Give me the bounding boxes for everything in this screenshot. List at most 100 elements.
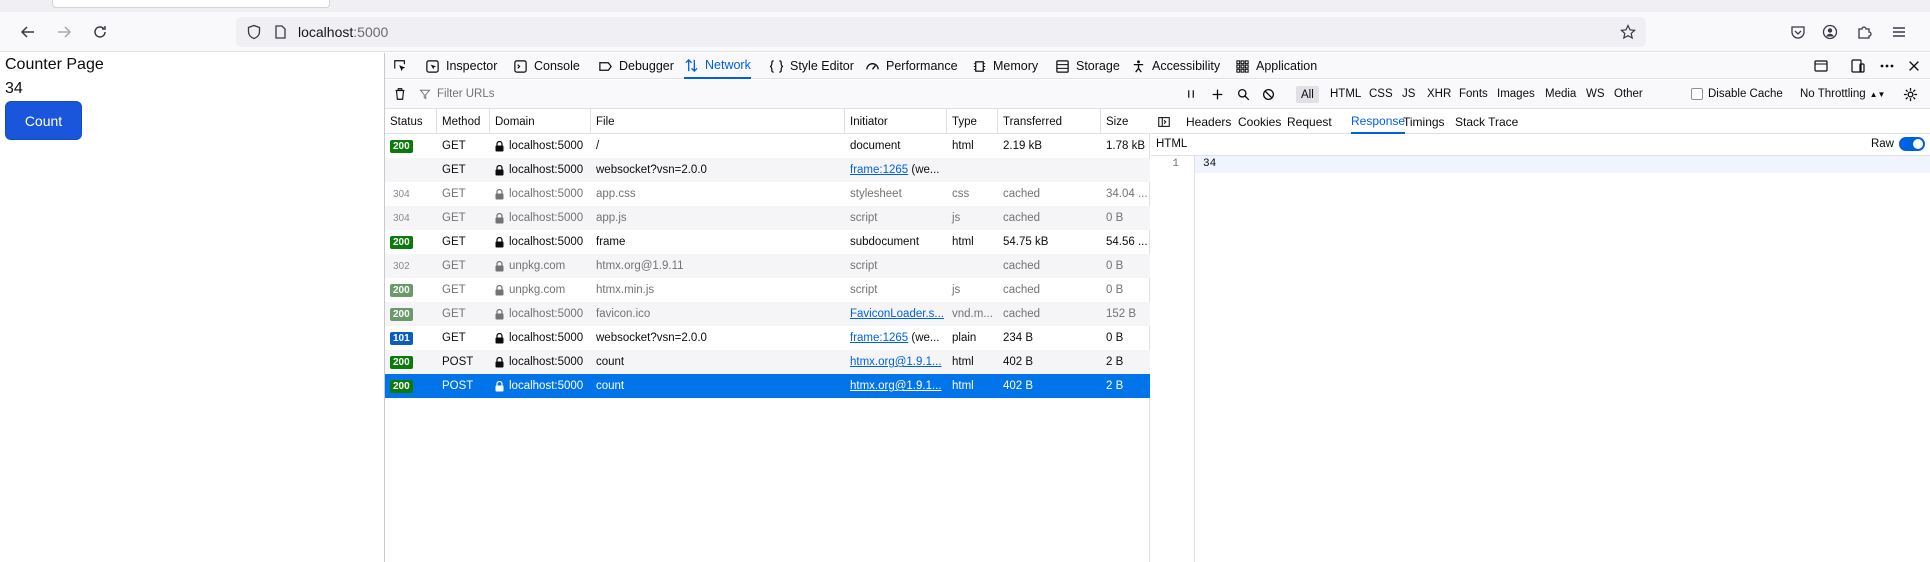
forward-button[interactable]	[52, 20, 76, 44]
size-cell: 0 B	[1101, 206, 1150, 230]
close-devtools-button[interactable]	[1907, 53, 1927, 79]
request-row[interactable]: 200 GET localhost:5000 / document html 2.19 kB…	[385, 134, 1150, 158]
url-bar[interactable]: localhost:5000	[236, 17, 1646, 47]
filter-fonts[interactable]: Fonts	[1459, 80, 1488, 108]
tab-memory[interactable]: Memory	[972, 53, 1038, 79]
status-cell: 200	[385, 350, 437, 374]
detail-tab-stack-trace[interactable]: Stack Trace	[1455, 109, 1518, 134]
column-header-domain[interactable]: Domain	[490, 109, 591, 134]
initiator-link[interactable]: htmx.org@1.9.1...	[850, 356, 942, 368]
request-row[interactable]: 200 GET unpkg.com htmx.min.js script js cached…	[385, 278, 1150, 302]
pause-button[interactable]	[1185, 80, 1197, 108]
transferred-text: 402 B	[1003, 380, 1034, 392]
request-row[interactable]: GET localhost:5000 websocket?vsn=2.0.0 fram…	[385, 158, 1150, 182]
raw-toggle[interactable]: Raw	[1871, 137, 1925, 151]
toggle-sidebar-button[interactable]	[1157, 109, 1171, 134]
filter-media[interactable]: Media	[1545, 80, 1576, 108]
column-header-transferred[interactable]: Transferred	[998, 109, 1101, 134]
request-row[interactable]: 304 GET localhost:5000 app.css stylesheet css…	[385, 182, 1150, 206]
responsive-button[interactable]	[1850, 53, 1872, 79]
column-header-file[interactable]: File	[591, 109, 845, 134]
filter-html[interactable]: HTML	[1330, 80, 1361, 108]
dock-button[interactable]	[1813, 53, 1835, 79]
block-button[interactable]	[1262, 80, 1275, 108]
column-header-size[interactable]: Size	[1101, 109, 1150, 134]
tab-debugger[interactable]: Debugger	[598, 53, 674, 79]
filter-other[interactable]: Other	[1614, 80, 1643, 108]
initiator-link[interactable]: htmx.org@1.9.1...	[850, 380, 942, 392]
request-row[interactable]: 200 POST localhost:5000 count htmx.org@1.9.1…	[385, 374, 1150, 398]
size-text: 0 B	[1106, 332, 1124, 344]
status-badge: 200	[390, 355, 413, 369]
size-text: 0 B	[1106, 260, 1124, 272]
detail-tab-request[interactable]: Request	[1287, 109, 1332, 134]
initiator-link[interactable]: frame:1265	[850, 164, 908, 176]
clear-button[interactable]	[393, 80, 407, 108]
tab-storage[interactable]: Storage	[1055, 53, 1120, 79]
column-header-method[interactable]: Method	[437, 109, 490, 134]
filter-js[interactable]: JS	[1402, 80, 1415, 108]
count-button[interactable]: Count	[5, 101, 82, 140]
extensions-button[interactable]	[1852, 20, 1876, 44]
filter-css[interactable]: CSS	[1369, 80, 1393, 108]
page-content: Counter Page 34 Count	[0, 53, 384, 562]
tab-accessibility[interactable]: Accessibility	[1131, 53, 1220, 79]
tab-performance[interactable]: Performance	[865, 53, 958, 79]
status-badge: 200	[390, 235, 413, 249]
dock-icon	[1814, 60, 1828, 72]
status-cell: 101	[385, 326, 437, 350]
type-cell: html	[947, 134, 998, 158]
tab-network[interactable]: Network	[684, 53, 751, 79]
search-button[interactable]	[1237, 80, 1250, 108]
tab-style-editor[interactable]: Style Editor	[769, 53, 854, 79]
request-row[interactable]: 304 GET localhost:5000 app.js script js cached…	[385, 206, 1150, 230]
filter-urls-input[interactable]: Filter URLs	[419, 80, 1239, 108]
account-button[interactable]	[1818, 20, 1842, 44]
page-icon[interactable]	[272, 24, 288, 40]
throttling-select[interactable]: No Throttling ▲▼	[1800, 80, 1885, 108]
status-badge: 200	[390, 307, 413, 321]
filter-ws[interactable]: WS	[1586, 80, 1605, 108]
request-row[interactable]: 200 GET localhost:5000 favicon.ico FaviconLo…	[385, 302, 1150, 326]
detail-tab-response[interactable]: Response	[1351, 109, 1406, 134]
more-options-button[interactable]	[1879, 53, 1901, 79]
size-text: 2 B	[1106, 356, 1124, 368]
pocket-button[interactable]	[1786, 20, 1810, 44]
initiator-cell: stylesheet	[845, 182, 947, 206]
menu-button[interactable]	[1887, 20, 1911, 44]
detail-tab-cookies[interactable]: Cookies	[1238, 109, 1281, 134]
initiator-cell: frame:1265 (we...	[845, 158, 947, 182]
initiator-link[interactable]: FaviconLoader.s...	[850, 308, 944, 320]
reload-button[interactable]	[88, 20, 112, 44]
column-header-status[interactable]: Status	[385, 109, 437, 134]
tab-console[interactable]: Console	[513, 53, 580, 79]
request-row[interactable]: 200 GET localhost:5000 frame subdocument html…	[385, 230, 1150, 254]
filter-all[interactable]: All	[1296, 86, 1319, 103]
back-button[interactable]	[16, 20, 40, 44]
shield-icon[interactable]	[246, 24, 262, 40]
active-tab[interactable]	[52, 0, 330, 8]
lock-icon	[495, 164, 504, 175]
initiator-link[interactable]: frame:1265	[850, 332, 908, 344]
raw-switch[interactable]	[1899, 137, 1925, 151]
url-host: localhost	[298, 24, 354, 40]
tab-inspector[interactable]: Inspector	[425, 53, 497, 79]
request-row[interactable]: 302 GET unpkg.com htmx.org@1.9.11 script cach…	[385, 254, 1150, 278]
column-header-initiator[interactable]: Initiator	[845, 109, 947, 134]
request-row[interactable]: 101 GET localhost:5000 websocket?vsn=2.0.0 f…	[385, 326, 1150, 350]
url-text[interactable]: localhost:5000	[298, 24, 388, 40]
star-icon[interactable]	[1620, 24, 1636, 40]
disable-cache-checkbox[interactable]: Disable Cache	[1691, 80, 1783, 108]
detail-tab-timings[interactable]: Timings	[1403, 109, 1445, 134]
request-row[interactable]: 200 POST localhost:5000 count htmx.org@1.9.1…	[385, 350, 1150, 374]
element-picker-button[interactable]	[393, 53, 413, 79]
devtools-toolbar: Inspector Console Debugger Network Style Edi…	[385, 53, 1930, 79]
add-request-button[interactable]	[1211, 80, 1224, 108]
network-settings-button[interactable]	[1903, 80, 1918, 108]
detail-tab-headers[interactable]: Headers	[1186, 109, 1231, 134]
domain-text: localhost:5000	[509, 188, 584, 200]
filter-images[interactable]: Images	[1497, 80, 1535, 108]
column-header-type[interactable]: Type	[947, 109, 998, 134]
filter-xhr[interactable]: XHR	[1427, 80, 1451, 108]
tab-application[interactable]: Application	[1235, 53, 1317, 79]
